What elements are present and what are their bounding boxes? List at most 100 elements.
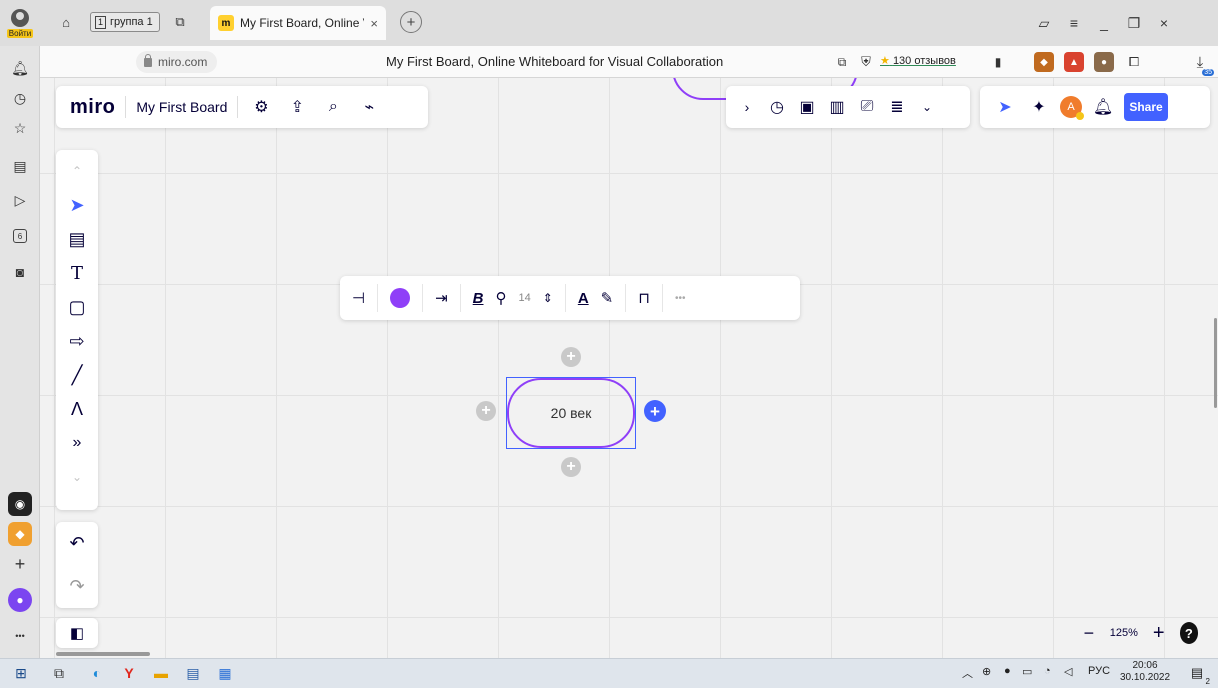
undo-icon[interactable]: ↶ [60,527,94,561]
video-play-icon[interactable]: ▷ [8,188,32,212]
collections-icon[interactable]: ▤ [8,154,32,178]
fill-color-button[interactable] [390,288,411,308]
miro-canvas[interactable]: miro My First Board ⚙ ⇪ ⌕ ⌁ › ◷ ▣ ▥ ⎚ ≣ … [40,78,1218,658]
tab-6-icon[interactable]: 6 [8,224,32,248]
shape-type-icon[interactable]: ⊣ [352,282,365,314]
add-connected-top-icon[interactable]: + [561,347,581,367]
settings-gear-icon[interactable]: ⚙ [248,94,274,120]
clock[interactable]: 20:06 30.10.2022 [1118,660,1172,684]
add-app-icon[interactable]: + [8,552,32,576]
screenshot-icon[interactable]: ◙ [8,260,32,284]
vertical-scrollbar[interactable] [1214,318,1217,408]
search-icon[interactable]: ⌕ [320,94,346,120]
notification-center-icon[interactable]: ▤ 2 [1186,662,1210,686]
app-market-icon[interactable]: ◆ [8,522,32,546]
microphone-icon[interactable]: ● [1004,665,1011,677]
edge-browser-icon[interactable]: ◐ [86,662,108,684]
url-field[interactable]: miro.com [136,51,218,73]
presentation-icon[interactable]: ⎚ [854,94,880,120]
redo-icon[interactable]: ↷ [60,570,94,604]
reactions-icon[interactable]: ✦ [1026,94,1052,120]
avatar[interactable]: A [1060,96,1084,120]
more-options-icon[interactable]: ••• [675,282,686,314]
integrations-plug-icon[interactable]: ⌁ [356,94,382,120]
timer-icon[interactable]: ◷ [764,94,790,120]
add-connected-left-icon[interactable]: + [476,401,496,421]
help-icon[interactable]: ? [1179,622,1198,644]
zoom-level[interactable]: 125% [1110,627,1138,639]
shapes-arrow-icon[interactable]: ⇨ [60,324,94,358]
scroll-down-icon[interactable]: ⌄ [60,460,94,494]
bookmark-icon[interactable]: ▮ [988,52,1008,72]
add-connected-bottom-icon[interactable]: + [561,457,581,477]
frames-panel-handle[interactable] [56,652,150,656]
text-tool-icon[interactable]: T [60,256,94,290]
protect-icon[interactable]: ⛨ [856,52,876,72]
alice-assistant-icon[interactable]: ● [8,588,32,612]
extensions-icon[interactable]: ⧠ [1124,52,1144,72]
shape-text[interactable]: 20 век [551,405,592,421]
tray-expand-icon[interactable]: ︿ [962,665,973,681]
templates-icon[interactable]: ▤ [60,222,94,256]
select-cursor-icon[interactable]: ➤ [60,188,94,222]
sticky-note-icon[interactable]: ▢ [60,290,94,324]
downloads-icon[interactable]: ⤓ 35 [1190,52,1214,76]
sidebar-more-icon[interactable]: ••• [8,624,32,648]
scroll-up-icon[interactable]: ⌃ [60,154,94,188]
text-align-icon[interactable]: ⇥ [435,282,448,314]
link-icon[interactable]: ⚲ [496,282,507,314]
tab-close-button[interactable]: × [370,16,378,31]
frames-panel-toggle[interactable]: ◧ [56,618,98,648]
line-tool-icon[interactable]: ╱ [60,358,94,392]
miro-logo[interactable]: miro [70,96,115,119]
reviews-link[interactable]: ★ 130 отзывов [880,54,956,67]
home-tab-icon[interactable]: ⌂ [54,11,78,33]
tray-app-icon[interactable]: ⊕ [982,665,991,678]
zoom-in-icon[interactable]: + [1148,620,1170,646]
notes-icon[interactable]: ≣ [884,94,910,120]
yandex-browser-icon[interactable]: Y [118,662,140,684]
tab-group[interactable]: 1 группа 1 [90,12,160,32]
zoom-out-icon[interactable]: − [1078,620,1100,646]
lock-icon[interactable]: ⊓ [638,282,650,314]
pen-tool-icon[interactable]: Ʌ [60,392,94,426]
highlight-marker-icon[interactable]: ✎ [601,282,614,314]
board-name[interactable]: My First Board [136,99,227,115]
input-language[interactable]: РУС [1088,665,1110,677]
history-icon[interactable]: ◷ [8,86,32,110]
minimize-icon[interactable]: _ [1092,12,1116,34]
battery-icon[interactable]: ▭ [1022,665,1032,678]
windows-start-icon[interactable]: ⊞ [10,662,32,684]
extension-1-icon[interactable]: ◆ [1034,52,1054,72]
new-tab-button[interactable]: + [400,11,422,33]
extension-3-icon[interactable]: ● [1094,52,1114,72]
notifications-bell-icon[interactable]: 🔔︎ [8,56,32,80]
wifi-icon[interactable]: ◔ [1044,665,1051,677]
bold-icon[interactable]: B [473,282,484,314]
task-view-icon[interactable]: ⧉ [48,662,70,684]
desktop-app-icon[interactable]: ▦ [214,662,236,684]
card-icon[interactable]: ▣ [794,94,820,120]
tab-collections-icon[interactable]: ▱ [1032,12,1056,34]
file-explorer-icon[interactable]: ▬ [150,662,172,684]
upload-share-icon[interactable]: ⇪ [284,94,310,120]
new-tab-group-icon[interactable]: ⧉ [168,11,192,33]
favorites-star-icon[interactable]: ☆ [8,116,32,140]
restore-icon[interactable]: ❐ [1122,12,1146,34]
volume-icon[interactable]: ◁ [1064,665,1072,678]
app-alice-game-icon[interactable]: ◉ [8,492,32,516]
word-icon[interactable]: ▤ [182,662,204,684]
add-connected-right-icon[interactable]: + [644,400,666,422]
cursor-tracking-icon[interactable]: ➤ [992,94,1018,120]
browser-menu-icon[interactable]: ≡ [1062,12,1086,34]
extension-2-icon[interactable]: ▲ [1064,52,1084,72]
expand-chevron-icon[interactable]: › [734,94,760,120]
tab-miro-board[interactable]: m My First Board, Online V × [210,6,386,40]
window-close-icon[interactable]: × [1152,12,1176,34]
shape-selection-box[interactable]: 20 век [506,377,636,449]
share-button[interactable]: Share [1124,93,1168,121]
more-tools-icon[interactable]: ⌄ [914,94,940,120]
font-size-value[interactable]: 14 [519,282,531,314]
copy-link-icon[interactable]: ⧉ [832,52,852,72]
rounded-shape[interactable]: 20 век [507,378,635,448]
